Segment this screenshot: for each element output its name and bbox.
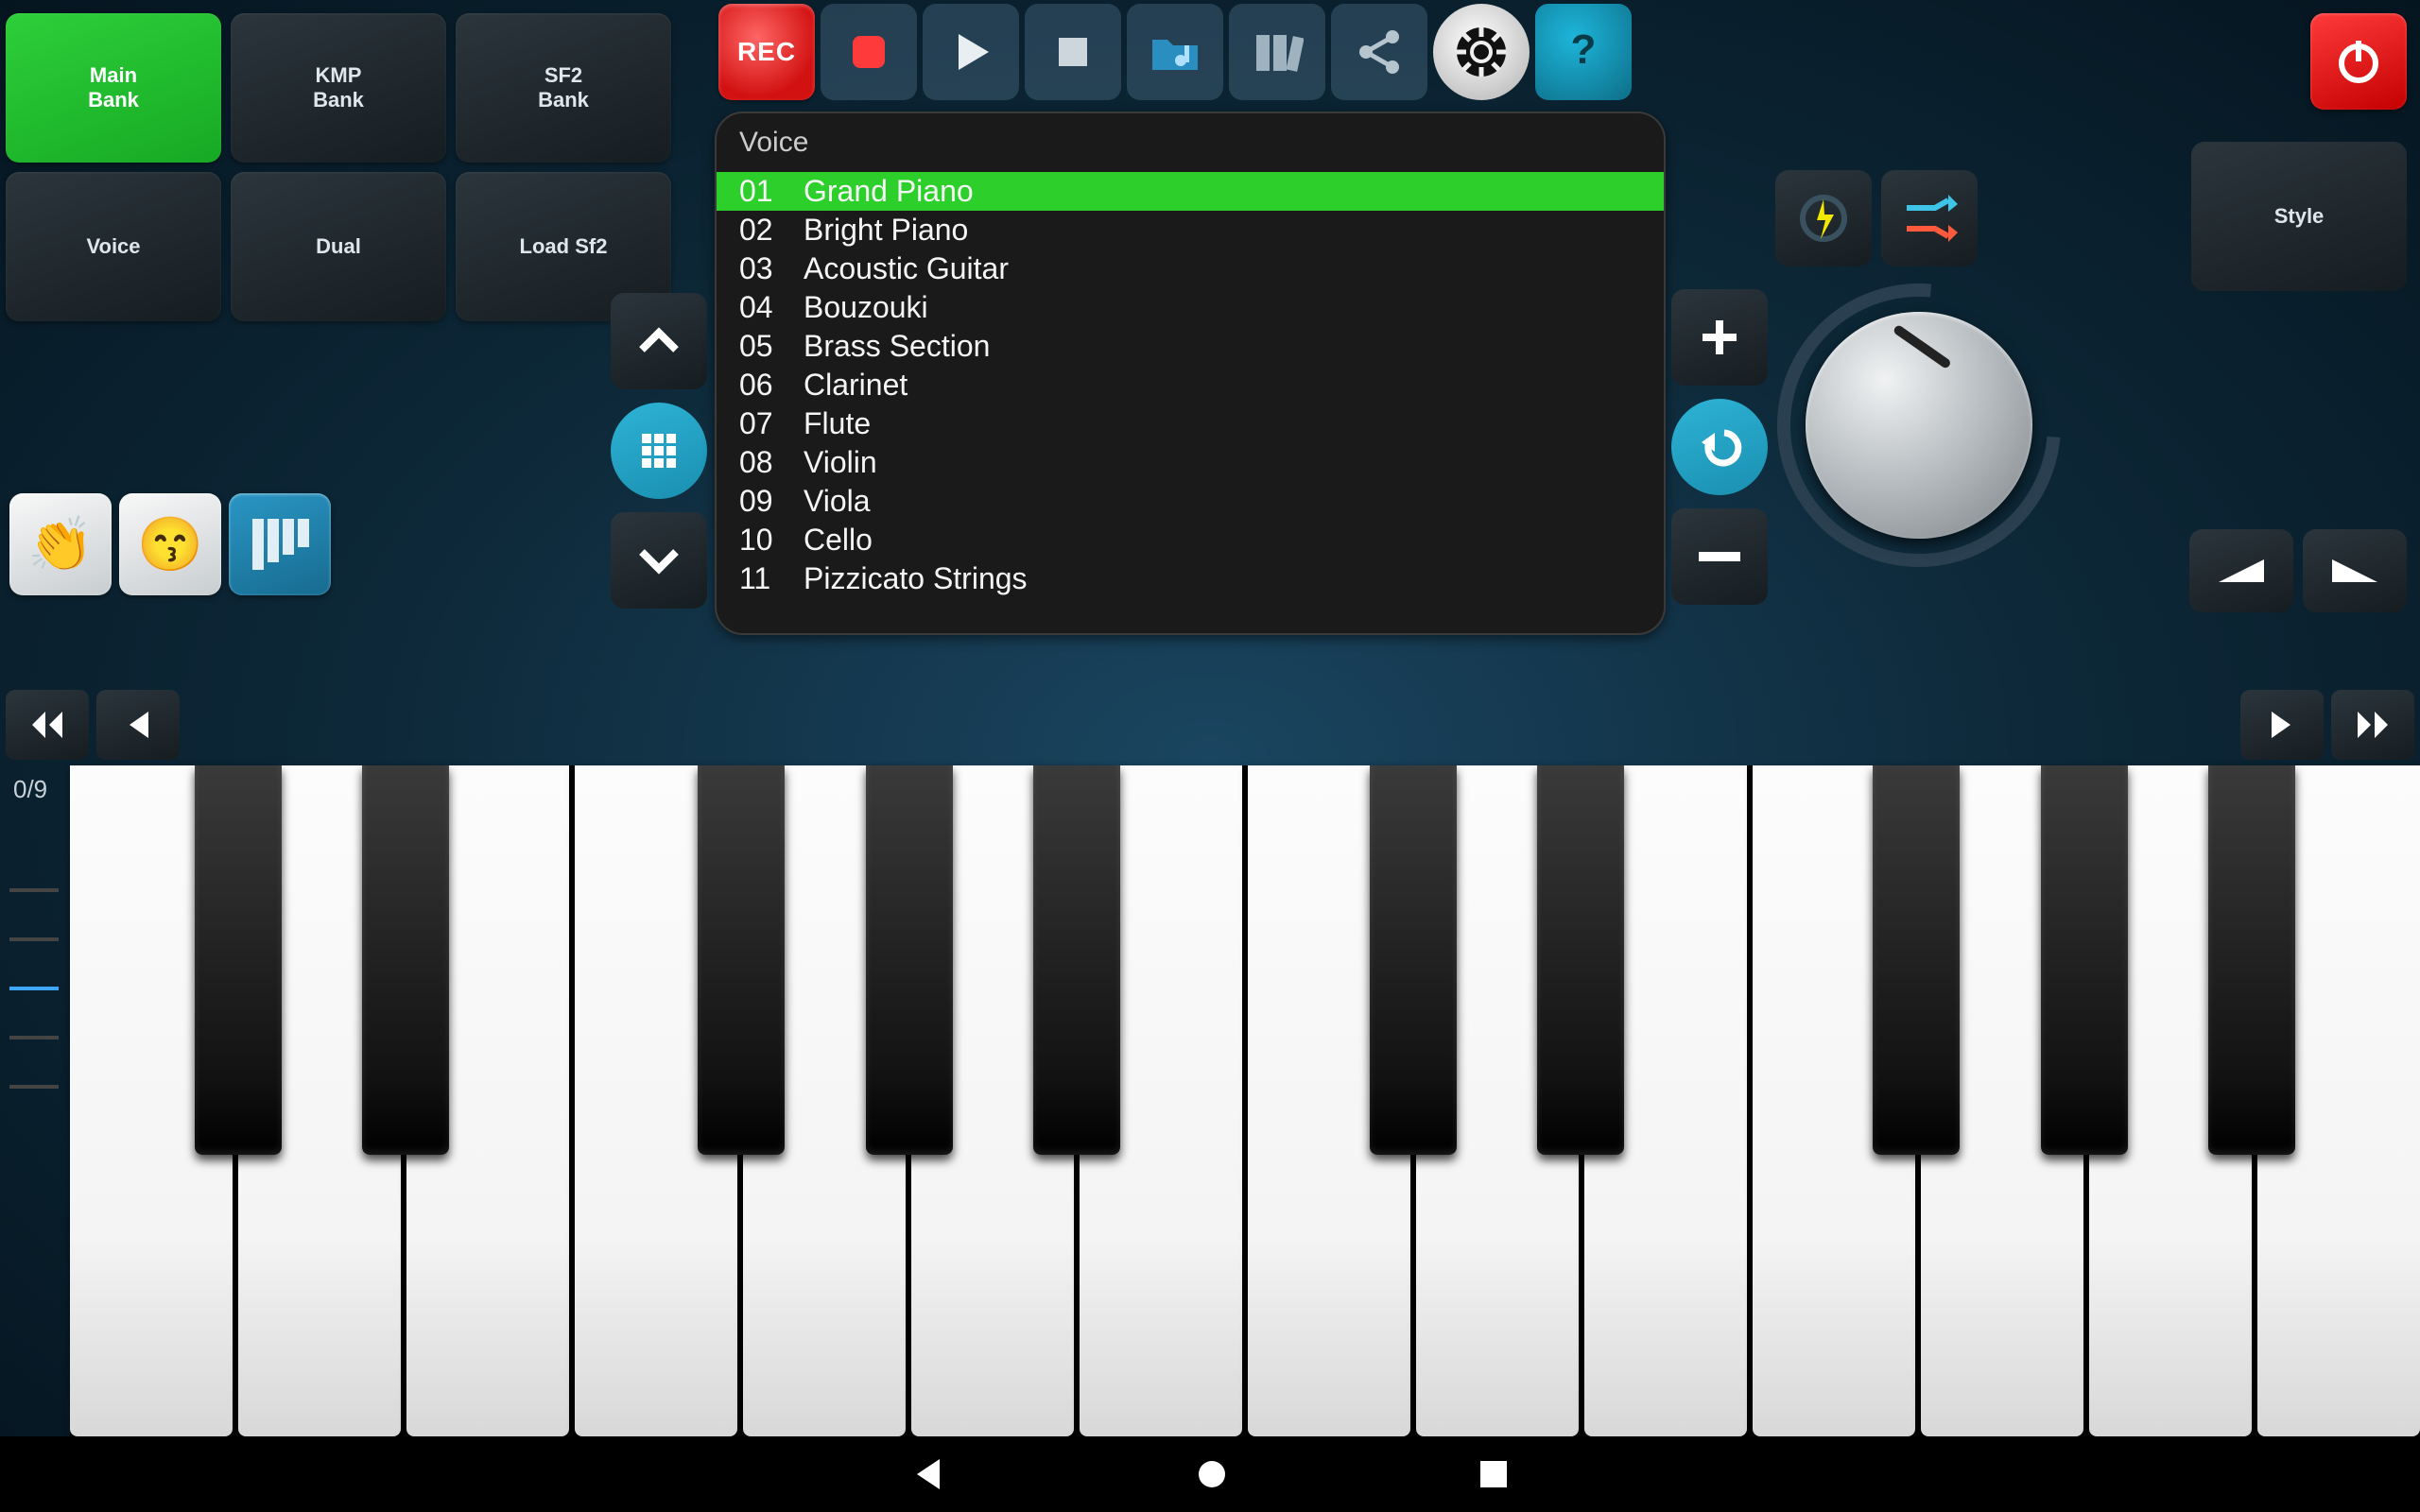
stop-button[interactable] bbox=[821, 4, 917, 100]
share-button[interactable] bbox=[1331, 4, 1427, 100]
octave-fast-right-button[interactable] bbox=[2331, 690, 2414, 760]
piano-keyboard[interactable] bbox=[70, 765, 2420, 1436]
minus-button[interactable] bbox=[1671, 508, 1768, 605]
voice-item[interactable]: 04Bouzouki bbox=[717, 288, 1664, 327]
voice-panel: Voice 01Grand Piano02Bright Piano03Acous… bbox=[715, 112, 1666, 635]
play-button[interactable] bbox=[923, 4, 1019, 100]
voice-item[interactable]: 03Acoustic Guitar bbox=[717, 249, 1664, 288]
stop2-button[interactable] bbox=[1025, 4, 1121, 100]
power-button[interactable] bbox=[2310, 13, 2407, 110]
left-slider[interactable] bbox=[2, 822, 66, 1089]
android-back-button[interactable] bbox=[909, 1455, 947, 1493]
black-key[interactable] bbox=[2208, 765, 2295, 1155]
style-button[interactable]: Style bbox=[2191, 142, 2407, 291]
android-nav-bar bbox=[0, 1436, 2420, 1512]
black-key[interactable] bbox=[1370, 765, 1457, 1155]
android-home-button[interactable] bbox=[1193, 1455, 1231, 1493]
dual-button[interactable]: Dual bbox=[231, 172, 446, 321]
toolbar: REC ? bbox=[718, 4, 1632, 100]
position-indicator: 0/9 bbox=[13, 775, 47, 804]
shuffle-button[interactable] bbox=[1881, 170, 1978, 266]
black-key[interactable] bbox=[195, 765, 282, 1155]
voice-up-button[interactable] bbox=[611, 293, 707, 389]
settings-button[interactable] bbox=[1433, 4, 1530, 100]
kmp-bank-button[interactable]: KMP Bank bbox=[231, 13, 446, 163]
voice-item[interactable]: 10Cello bbox=[717, 521, 1664, 559]
black-key[interactable] bbox=[1873, 765, 1960, 1155]
music-folder-button[interactable] bbox=[1127, 4, 1223, 100]
voice-item[interactable]: 07Flute bbox=[717, 404, 1664, 443]
svg-text:?: ? bbox=[1571, 26, 1597, 73]
voice-down-button[interactable] bbox=[611, 512, 707, 609]
voice-panel-header: Voice bbox=[717, 113, 1664, 172]
undo-button[interactable] bbox=[1671, 399, 1768, 495]
voice-item[interactable]: 05Brass Section bbox=[717, 327, 1664, 366]
applause-effect-button[interactable]: 👏 bbox=[9, 493, 112, 595]
voice-item[interactable]: 09Viola bbox=[717, 482, 1664, 521]
help-button[interactable]: ? bbox=[1535, 4, 1632, 100]
sf2-bank-button[interactable]: SF2 Bank bbox=[456, 13, 671, 163]
voice-item[interactable]: 06Clarinet bbox=[717, 366, 1664, 404]
voice-item[interactable]: 01Grand Piano bbox=[717, 172, 1664, 211]
main-bank-button[interactable]: Main Bank bbox=[6, 13, 221, 163]
voice-button[interactable]: Voice bbox=[6, 172, 221, 321]
octave-right-button[interactable] bbox=[2240, 690, 2324, 760]
octave-fast-left-button[interactable] bbox=[6, 690, 89, 760]
record-button[interactable]: REC bbox=[718, 4, 815, 100]
voice-grid-button[interactable] bbox=[611, 403, 707, 499]
voice-item[interactable]: 11Pizzicato Strings bbox=[717, 559, 1664, 598]
velocity-up-button[interactable] bbox=[2189, 529, 2293, 612]
voice-list[interactable]: 01Grand Piano02Bright Piano03Acoustic Gu… bbox=[717, 172, 1664, 598]
black-key[interactable] bbox=[362, 765, 449, 1155]
velocity-down-button[interactable] bbox=[2303, 529, 2407, 612]
black-key[interactable] bbox=[2041, 765, 2128, 1155]
chimes-effect-button[interactable] bbox=[229, 493, 331, 595]
voice-item[interactable]: 02Bright Piano bbox=[717, 211, 1664, 249]
quick-button[interactable] bbox=[1775, 170, 1872, 266]
whistle-effect-button[interactable]: 😙 bbox=[119, 493, 221, 595]
black-key[interactable] bbox=[1537, 765, 1624, 1155]
bank-grid: Main Bank KMP Bank SF2 Bank Voice Dual L… bbox=[6, 13, 671, 321]
octave-left-button[interactable] bbox=[96, 690, 180, 760]
voice-item[interactable]: 08Violin bbox=[717, 443, 1664, 482]
plus-button[interactable] bbox=[1671, 289, 1768, 386]
black-key[interactable] bbox=[1033, 765, 1120, 1155]
volume-knob[interactable] bbox=[1777, 284, 2061, 567]
black-key[interactable] bbox=[866, 765, 953, 1155]
music-library-button[interactable] bbox=[1229, 4, 1325, 100]
android-recents-button[interactable] bbox=[1477, 1457, 1511, 1491]
black-key[interactable] bbox=[698, 765, 785, 1155]
